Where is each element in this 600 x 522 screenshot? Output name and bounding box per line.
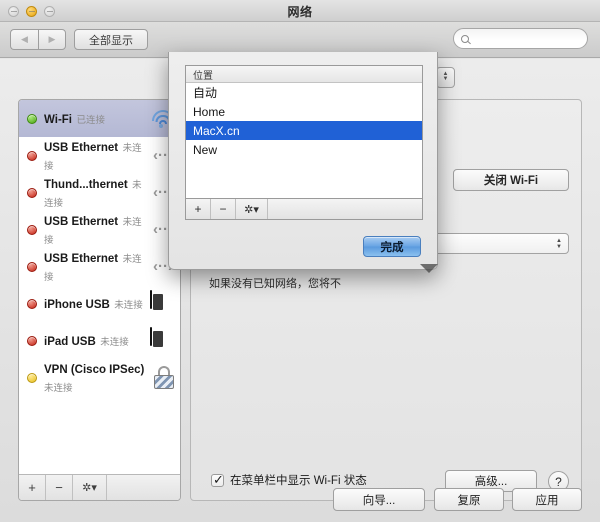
location-item-automatic[interactable]: 自动 bbox=[186, 83, 422, 102]
service-list[interactable]: Wi-Fi 已连接 USB Ethernet 未连接 ‹··› Thund...… bbox=[19, 100, 180, 474]
location-item-home[interactable]: Home bbox=[186, 102, 422, 121]
status-dot-red-icon bbox=[27, 224, 37, 235]
service-status: 未连接 bbox=[114, 299, 143, 311]
service-text: USB Ethernet 未连接 bbox=[44, 249, 150, 285]
window-title: 网络 bbox=[287, 5, 313, 19]
service-row-ipad-usb[interactable]: iPad USB 未连接 bbox=[19, 322, 180, 359]
back-button[interactable]: ◀ bbox=[10, 29, 38, 50]
apply-button[interactable]: 应用 bbox=[512, 488, 582, 511]
checkbox-checked-icon bbox=[211, 472, 224, 488]
status-dot-red-icon bbox=[27, 298, 37, 309]
service-row-iphone-usb[interactable]: iPhone USB 未连接 bbox=[19, 285, 180, 322]
revert-button[interactable]: 复原 bbox=[434, 488, 504, 511]
location-item-new[interactable]: New bbox=[186, 140, 422, 159]
iphone-icon bbox=[150, 289, 176, 317]
forward-button[interactable]: ▶ bbox=[38, 29, 66, 50]
service-row-usb-ethernet-1[interactable]: USB Ethernet 未连接 ‹··› bbox=[19, 137, 180, 174]
search-icon bbox=[461, 34, 469, 43]
network-preferences-window: 网络 ◀ ▶ 全部显示 ▲ ▼ Wi-Fi 已连接 USB Ethernet 未… bbox=[0, 0, 600, 522]
locations-toolbar: + − ✲▾ bbox=[185, 199, 423, 220]
service-name: USB Ethernet bbox=[44, 252, 119, 265]
service-row-usb-ethernet-2[interactable]: USB Ethernet 未连接 ‹··› bbox=[19, 211, 180, 248]
service-status: 未连接 bbox=[44, 382, 73, 394]
status-dot-red-icon bbox=[27, 150, 37, 161]
add-location-button[interactable]: + bbox=[186, 199, 211, 219]
service-status: 已连接 bbox=[76, 114, 105, 126]
title-bar: 网络 bbox=[0, 0, 600, 22]
location-item-macxcn[interactable]: MacX.cn bbox=[186, 121, 422, 140]
service-name: USB Ethernet bbox=[44, 141, 119, 154]
status-dot-red-icon bbox=[27, 335, 37, 346]
sheet-drop-indicator-icon bbox=[420, 264, 438, 273]
show-all-button[interactable]: 全部显示 bbox=[74, 29, 148, 50]
ipad-icon bbox=[150, 326, 176, 354]
service-name: USB Ethernet bbox=[44, 215, 119, 228]
lock-icon bbox=[152, 365, 176, 390]
chevron-down-icon: ▼ bbox=[442, 76, 449, 82]
assist-me-button[interactable]: 向导... bbox=[333, 488, 425, 511]
ask-to-join-description: 如果没有已知网络，您将不 bbox=[209, 278, 341, 290]
bottom-button-bar: 向导... 复原 应用 bbox=[0, 488, 600, 512]
service-name: Thund...thernet bbox=[44, 178, 128, 191]
service-sidebar: Wi-Fi 已连接 USB Ethernet 未连接 ‹··› Thund...… bbox=[18, 99, 181, 501]
service-text: Wi-Fi 已连接 bbox=[44, 110, 150, 128]
turn-wifi-off-button[interactable]: 关闭 Wi-Fi bbox=[453, 169, 569, 191]
service-name: iPhone USB bbox=[44, 298, 110, 311]
service-name: VPN (Cisco IPSec) bbox=[44, 363, 145, 376]
service-name: Wi-Fi bbox=[44, 113, 72, 126]
location-stepper-icon[interactable]: ▲ ▼ bbox=[435, 66, 455, 88]
service-text: USB Ethernet 未连接 bbox=[44, 138, 150, 174]
service-text: USB Ethernet 未连接 bbox=[44, 212, 150, 248]
remove-location-button[interactable]: − bbox=[211, 199, 236, 219]
locations-list-header: 位置 bbox=[186, 66, 422, 83]
service-name: iPad USB bbox=[44, 335, 96, 348]
service-status: 未连接 bbox=[100, 336, 129, 348]
service-text: iPad USB 未连接 bbox=[44, 332, 150, 350]
service-row-wifi[interactable]: Wi-Fi 已连接 bbox=[19, 100, 180, 137]
service-text: iPhone USB 未连接 bbox=[44, 295, 150, 313]
status-dot-red-icon bbox=[27, 261, 37, 272]
locations-list[interactable]: 位置 自动 Home MacX.cn New bbox=[185, 65, 423, 199]
service-row-thunderbolt-ethernet[interactable]: Thund...thernet 未连接 ‹··› bbox=[19, 174, 180, 211]
done-button[interactable]: 完成 bbox=[363, 236, 421, 257]
service-text: Thund...thernet 未连接 bbox=[44, 175, 150, 211]
search-input[interactable] bbox=[473, 32, 583, 45]
show-wifi-status-checkbox[interactable]: 在菜单栏中显示 Wi-Fi 状态 bbox=[211, 472, 367, 488]
checkbox-label: 在菜单栏中显示 Wi-Fi 状态 bbox=[230, 475, 367, 487]
service-text: VPN (Cisco IPSec) 未连接 bbox=[44, 360, 152, 396]
status-dot-green-icon bbox=[27, 113, 37, 124]
edit-locations-sheet: 位置 自动 Home MacX.cn New + − ✲▾ 完成 bbox=[168, 52, 438, 270]
service-row-usb-ethernet-3[interactable]: USB Ethernet 未连接 ‹··› bbox=[19, 248, 180, 285]
nav-button-group: ◀ ▶ bbox=[10, 29, 66, 50]
service-row-vpn-cisco-ipsec[interactable]: VPN (Cisco IPSec) 未连接 bbox=[19, 359, 180, 396]
status-dot-yellow-icon bbox=[27, 372, 37, 383]
chevron-updown-icon: ▲ ▼ bbox=[556, 237, 562, 250]
status-dot-red-icon bbox=[27, 187, 37, 198]
gear-icon[interactable]: ✲▾ bbox=[236, 199, 268, 219]
search-field[interactable] bbox=[453, 28, 588, 49]
